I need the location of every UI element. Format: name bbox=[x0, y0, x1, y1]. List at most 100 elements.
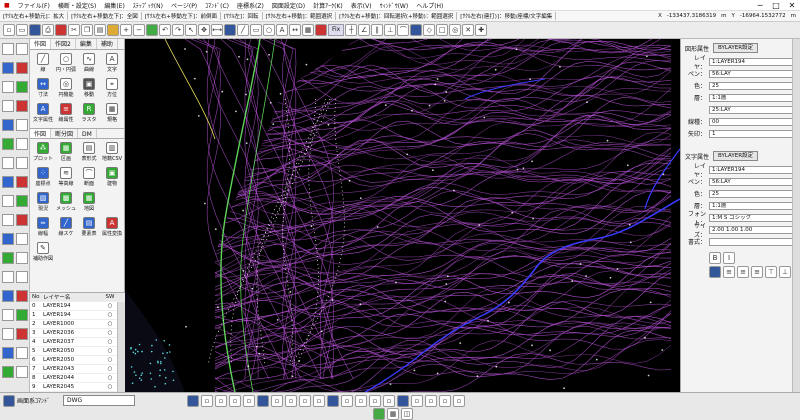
layer-scrollbar[interactable] bbox=[117, 302, 125, 392]
text-bylayer-button[interactable]: BYLAYER設定 bbox=[713, 151, 759, 161]
property-value[interactable]: 25 bbox=[709, 189, 797, 198]
cmd-curve[interactable]: ∿ 曲線 bbox=[79, 53, 99, 75]
palette-tab[interactable]: 断分図 bbox=[51, 129, 79, 138]
help-icon[interactable] bbox=[16, 366, 28, 378]
copy-icon[interactable] bbox=[16, 347, 28, 359]
mirror-icon[interactable] bbox=[16, 119, 28, 131]
menu-item[interactable]: 編集(E) bbox=[100, 1, 128, 10]
bottom-tool-icon[interactable]: ▫ bbox=[425, 394, 437, 407]
menu-item[interactable]: 座標系(Z) bbox=[233, 1, 268, 10]
line-icon[interactable]: ╱ bbox=[237, 24, 249, 36]
property-value[interactable]: 56:LAY bbox=[709, 69, 797, 78]
layer-switch-icon[interactable]: ○ bbox=[103, 366, 117, 372]
fix-toggle[interactable]: Fix bbox=[328, 24, 345, 36]
cmd-current[interactable]: ▧ 現況 bbox=[33, 192, 53, 214]
cmd-azimuth[interactable]: ⌖ 方位 bbox=[102, 78, 122, 100]
intersection-icon[interactable]: ✚ bbox=[475, 24, 488, 36]
copy-icon[interactable]: ❐ bbox=[81, 24, 93, 36]
cmd-building[interactable]: ▣ 建物 bbox=[102, 167, 122, 189]
join-icon[interactable] bbox=[16, 176, 28, 188]
layer-icon[interactable] bbox=[2, 271, 14, 283]
area-icon[interactable] bbox=[16, 214, 28, 226]
layer-switch-icon[interactable]: ○ bbox=[103, 303, 117, 309]
menu-item[interactable]: ｳｨﾝﾄﾞｳ(W) bbox=[376, 1, 413, 10]
paste-icon[interactable]: ▤ bbox=[94, 24, 106, 36]
layer-switch-icon[interactable]: ○ bbox=[103, 330, 117, 336]
stop-icon[interactable] bbox=[315, 24, 327, 36]
ortho-icon[interactable] bbox=[410, 24, 423, 36]
text-icon[interactable]: A bbox=[276, 24, 288, 36]
palette-tab[interactable]: 編集 bbox=[76, 39, 97, 49]
fill-icon[interactable] bbox=[16, 62, 28, 74]
hatch-icon[interactable] bbox=[16, 271, 28, 283]
cmd-circle2[interactable]: ◎ 円機能 bbox=[56, 78, 76, 100]
center-icon[interactable]: ◎ bbox=[449, 24, 462, 36]
cmd-standard[interactable]: ▦ 規格 bbox=[102, 103, 122, 125]
stretch-icon[interactable] bbox=[16, 157, 28, 169]
grid-icon[interactable] bbox=[2, 195, 14, 207]
bottom-tool-icon[interactable]: ▫ bbox=[229, 394, 241, 407]
image-icon[interactable] bbox=[2, 233, 14, 245]
tangent-icon[interactable]: ⌒ bbox=[397, 24, 410, 36]
nearest-icon[interactable]: ✕ bbox=[462, 24, 475, 36]
cmd-map[interactable]: ▦ 地図 bbox=[79, 192, 99, 214]
screen-cmd-icon[interactable] bbox=[3, 394, 15, 407]
bottom-tool-icon[interactable]: ▫ bbox=[369, 394, 381, 407]
zoom-out-icon[interactable]: − bbox=[133, 24, 145, 36]
note-icon[interactable] bbox=[2, 328, 14, 340]
fig-bylayer-button[interactable]: BYLAYER設定 bbox=[713, 43, 759, 53]
bottom-tool-icon[interactable]: ▫ bbox=[453, 394, 465, 407]
layer-row[interactable]: 0 LAYER194 ○ bbox=[30, 302, 125, 311]
align-left-icon[interactable]: ≡ bbox=[723, 266, 735, 278]
align-bottom-icon[interactable]: ⊥ bbox=[779, 266, 791, 278]
endpoint-icon[interactable]: □ bbox=[436, 24, 449, 36]
pan-icon[interactable]: ✥ bbox=[198, 24, 210, 36]
bucket-icon[interactable] bbox=[16, 233, 28, 245]
open-file-icon[interactable]: ▭ bbox=[16, 24, 28, 36]
cmd-mesh[interactable]: ▩ メッシュ bbox=[56, 192, 76, 214]
pin-icon[interactable] bbox=[2, 309, 14, 321]
bottom-tool-icon[interactable]: ▫ bbox=[341, 394, 353, 407]
menu-item[interactable]: ページ(P) bbox=[167, 1, 201, 10]
menu-item[interactable]: 計算ｱｰｸ(K) bbox=[309, 1, 347, 10]
bottom-tool-icon[interactable]: ▫ bbox=[243, 394, 255, 407]
layer-switch-icon[interactable]: ○ bbox=[103, 384, 117, 390]
bottom-tool-icon[interactable] bbox=[397, 394, 409, 407]
layer-row[interactable]: 9 LAYER2045 ○ bbox=[30, 383, 125, 392]
rect-icon[interactable]: ▭ bbox=[250, 24, 262, 36]
bottom-tool-icon[interactable] bbox=[187, 394, 199, 407]
snap-icon[interactable] bbox=[224, 24, 236, 36]
cmd-dim[interactable]: ↔ 寸法 bbox=[33, 78, 53, 100]
italic-icon[interactable]: I bbox=[723, 252, 735, 264]
cmd-element-table[interactable]: ▤ 要素表 bbox=[79, 217, 99, 239]
sum-icon[interactable] bbox=[16, 195, 28, 207]
cmd-point[interactable]: ⁘ 座標点 bbox=[33, 167, 53, 189]
link-icon[interactable] bbox=[2, 366, 14, 378]
minimize-icon[interactable]: ─ bbox=[752, 0, 768, 11]
property-value[interactable]: 25:LAY bbox=[709, 105, 797, 114]
align-center-icon[interactable]: ≡ bbox=[737, 266, 749, 278]
cmd-section[interactable]: ▦ 区画 bbox=[56, 142, 76, 164]
wedge-icon[interactable] bbox=[2, 252, 14, 264]
property-value[interactable]: 1 bbox=[709, 129, 797, 138]
midpoint-icon[interactable]: ◇ bbox=[423, 24, 436, 36]
palette-tab[interactable]: DM bbox=[78, 129, 97, 138]
flag-icon[interactable] bbox=[16, 309, 28, 321]
drawing-canvas[interactable] bbox=[125, 39, 680, 392]
bottom-tool-b-icon[interactable]: ▦ bbox=[387, 407, 399, 420]
rotate-icon[interactable] bbox=[16, 138, 28, 150]
layer-switch-icon[interactable]: ○ bbox=[103, 321, 117, 327]
layer-switch-icon[interactable]: ○ bbox=[103, 312, 117, 318]
redo-icon[interactable]: ↷ bbox=[172, 24, 184, 36]
grid-icon[interactable] bbox=[146, 24, 158, 36]
cmd-line-attr[interactable]: ≡ 線属性 bbox=[56, 103, 76, 125]
hatch-icon[interactable]: ▦ bbox=[302, 24, 314, 36]
palette-tab[interactable]: 作図2 bbox=[51, 39, 76, 49]
bottom-tool-icon[interactable]: ▫ bbox=[383, 394, 395, 407]
extend-icon[interactable] bbox=[2, 100, 14, 112]
scale-icon[interactable] bbox=[2, 157, 14, 169]
point-icon[interactable] bbox=[2, 81, 14, 93]
layer-row[interactable]: 1 LAYER194 ○ bbox=[30, 311, 125, 320]
circle-icon[interactable]: ○ bbox=[263, 24, 275, 36]
cmd-line-width[interactable]: ═ 線幅 bbox=[33, 217, 53, 239]
